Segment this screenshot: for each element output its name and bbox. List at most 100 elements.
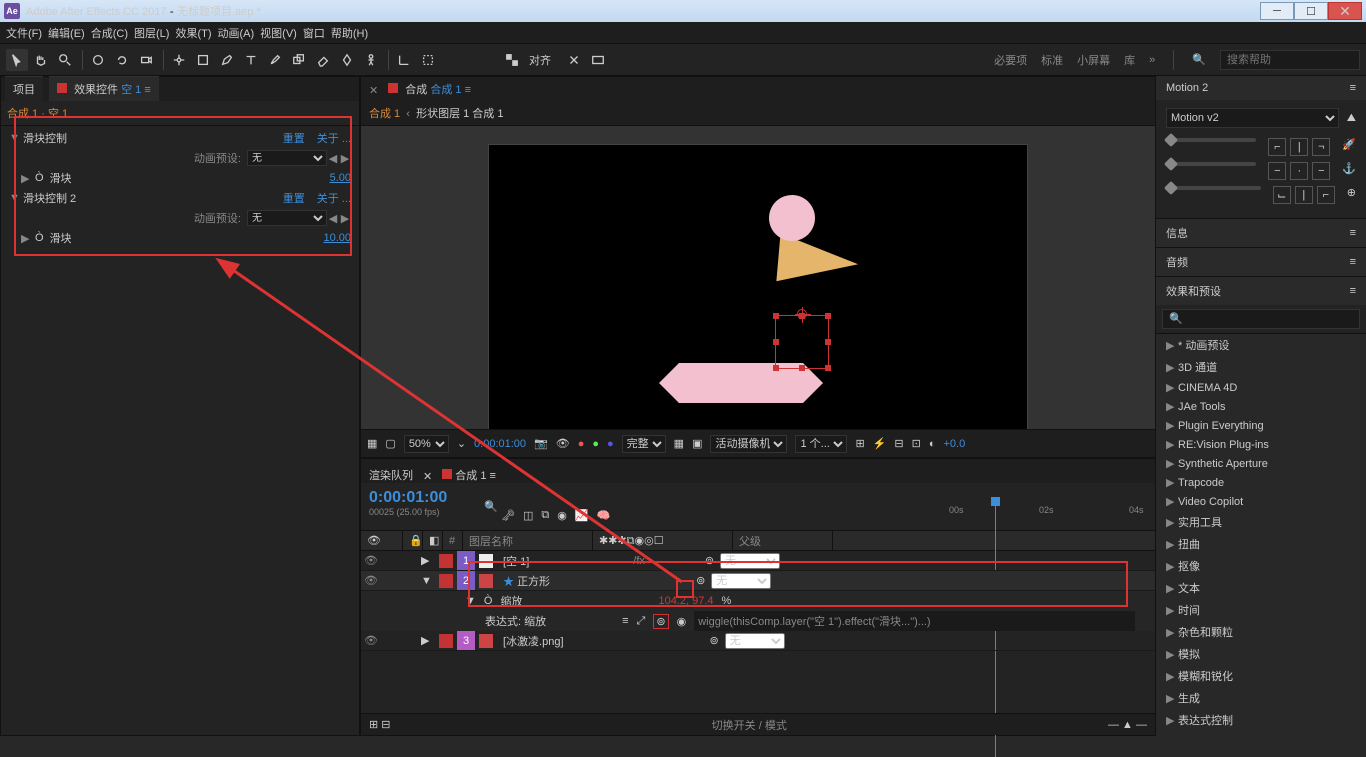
toggle-switches-label[interactable]: 切换开关 / 模式 xyxy=(391,717,1109,733)
shy-icon[interactable]: 🗝 xyxy=(501,509,515,522)
scale-property-row[interactable]: ▼ Ò 缩放 104.2, 97.4% xyxy=(361,591,1155,611)
composition-viewport[interactable] xyxy=(361,126,1155,429)
motion-slider[interactable] xyxy=(1166,162,1256,166)
layer-row[interactable]: 👁 ▶ 3 [冰激凌.png] ⊚ 无 xyxy=(361,631,1155,651)
scale-value[interactable]: 104.2, 97.4 xyxy=(658,595,713,607)
motionblur-icon[interactable]: ◉ xyxy=(557,509,567,522)
ws-overflow-icon[interactable]: » xyxy=(1149,54,1155,66)
frameblend-icon[interactable]: ⧉ xyxy=(541,509,549,522)
menu-window[interactable]: 窗口 xyxy=(303,25,325,41)
motion-btn[interactable]: ¬ xyxy=(1312,138,1330,156)
roto-tool[interactable] xyxy=(336,49,358,71)
snapping-icon[interactable] xyxy=(563,49,585,71)
twirl-icon[interactable]: ▼ xyxy=(465,595,476,607)
preset-category[interactable]: ▶实用工具 xyxy=(1156,511,1366,533)
ws-tab-standard[interactable]: 标准 xyxy=(1041,52,1063,68)
preset-category[interactable]: ▶* 动画预设 xyxy=(1156,334,1366,356)
motion-slider[interactable] xyxy=(1166,138,1256,142)
expr-enable-icon[interactable]: ≡ xyxy=(622,615,628,627)
panel-menu-icon[interactable]: ≡ xyxy=(1350,227,1356,239)
maximize-button[interactable]: ☐ xyxy=(1294,2,1328,20)
eraser-tool[interactable] xyxy=(312,49,334,71)
panel-menu-icon[interactable]: ≡ xyxy=(1350,256,1356,268)
views-dropdown[interactable]: 1 个... xyxy=(795,435,847,453)
zoom-tool[interactable] xyxy=(54,49,76,71)
pen-tool[interactable] xyxy=(216,49,238,71)
expression-row[interactable]: 表达式: 缩放 ≡ ⤢ ⊚ ◉ wiggle(thisComp.layer("空… xyxy=(361,611,1155,631)
help-search-input[interactable] xyxy=(1220,50,1360,70)
preset-category[interactable]: ▶表达式控制 xyxy=(1156,709,1366,731)
viewer-tab[interactable]: 合成 合成 1 ≡ xyxy=(382,77,477,101)
preset-category[interactable]: ▶JAe Tools xyxy=(1156,397,1366,416)
preset-category[interactable]: ▶杂色和颗粒 xyxy=(1156,621,1366,643)
effect-reset-link[interactable]: 重置 xyxy=(283,130,305,146)
reset-exposure-icon[interactable]: ◐ xyxy=(929,438,936,450)
preset-category[interactable]: ▶扭曲 xyxy=(1156,533,1366,555)
ws-tab-library[interactable]: 库 xyxy=(1124,52,1135,68)
parent-pickwhip-icon[interactable]: ⊚ xyxy=(705,554,714,567)
effect-controls-tab[interactable]: 效果控件 空 1 ≡ xyxy=(49,76,159,101)
viewer-close-icon[interactable]: ✕ xyxy=(365,80,382,101)
twirl-icon[interactable]: ▶ xyxy=(421,554,435,567)
slider-value[interactable]: 10.00 xyxy=(323,232,351,244)
motion-sketch-icon[interactable] xyxy=(587,49,609,71)
zoom-dropdown[interactable]: 50% xyxy=(404,435,449,453)
anchor-icon[interactable]: ⚓ xyxy=(1342,162,1356,180)
motion-btn[interactable]: ⌙ xyxy=(1273,186,1291,204)
timeline-close-icon[interactable]: ✕ xyxy=(423,470,432,483)
expr-pickwhip-icon[interactable]: ⊚ xyxy=(653,614,668,629)
eye-icon[interactable]: 👁 xyxy=(361,554,381,567)
exposure-value[interactable]: +0.0 xyxy=(944,438,966,450)
twirl-icon[interactable]: ▶ xyxy=(421,634,435,647)
preset-category[interactable]: ▶模拟 xyxy=(1156,643,1366,665)
motion-btn[interactable]: | xyxy=(1290,138,1308,156)
layer-row[interactable]: 👁 ▼ 2 ★ 正方形 ⊚ 无 xyxy=(361,571,1155,591)
comp-tab[interactable]: 合成 1 ≡ xyxy=(442,467,496,483)
effect-about-link[interactable]: 关于 ... xyxy=(317,130,351,146)
toggle-switches-icon[interactable]: ⊞ ⊟ xyxy=(369,718,391,731)
menu-anim[interactable]: 动画(A) xyxy=(218,25,255,41)
rect-tool[interactable] xyxy=(192,49,214,71)
motion-btn[interactable]: ⌐ xyxy=(1317,186,1335,204)
preset-category[interactable]: ▶Video Copilot xyxy=(1156,492,1366,511)
orbit-tool[interactable] xyxy=(87,49,109,71)
motion-btn[interactable]: − xyxy=(1312,162,1330,180)
preset-category[interactable]: ▶抠像 xyxy=(1156,555,1366,577)
minimize-button[interactable]: ─ xyxy=(1260,2,1294,20)
mask-icon[interactable]: ▣ xyxy=(692,437,702,450)
preset-category[interactable]: ▶文本 xyxy=(1156,577,1366,599)
parent-dropdown[interactable]: 无 xyxy=(711,573,771,589)
stopwatch-icon[interactable]: Ò xyxy=(35,232,44,244)
parent-pickwhip-icon[interactable]: ⊚ xyxy=(710,634,719,647)
mask-tool[interactable] xyxy=(417,49,439,71)
motion-btn[interactable]: | xyxy=(1295,186,1313,204)
viewer-time-display[interactable]: 0:00:01:00 xyxy=(474,438,526,450)
menu-edit[interactable]: 编辑(E) xyxy=(48,25,85,41)
twirl-icon[interactable]: ▼ xyxy=(9,132,23,144)
timeline-search-icon[interactable]: 🔍 xyxy=(484,500,498,513)
menu-comp[interactable]: 合成(C) xyxy=(91,25,128,41)
preset-search-input[interactable] xyxy=(1162,309,1360,329)
ws-tab-essentials[interactable]: 必要项 xyxy=(994,52,1027,68)
slider-value[interactable]: 5.00 xyxy=(330,172,351,184)
mountain-icon[interactable]: ⛰ xyxy=(1347,112,1356,125)
anchor-tool[interactable] xyxy=(168,49,190,71)
menu-layer[interactable]: 图层(L) xyxy=(134,25,169,41)
current-time[interactable]: 0:00:01:00 xyxy=(369,489,473,507)
effect-reset-link[interactable]: 重置 xyxy=(283,190,305,206)
anchor-point-icon[interactable] xyxy=(797,309,807,319)
camera-dropdown[interactable]: 活动摄像机 xyxy=(710,435,787,453)
graph-editor-icon[interactable]: 📈 xyxy=(575,509,589,522)
panel-menu-icon[interactable]: ≡ xyxy=(1350,82,1356,94)
timeline-icon[interactable]: ⊟ xyxy=(894,437,903,450)
twirl-icon[interactable]: ▼ xyxy=(9,192,23,204)
preset-category[interactable]: ▶CINEMA 4D xyxy=(1156,378,1366,397)
parent-dropdown[interactable]: 无 xyxy=(720,553,780,569)
viewer-res-icon[interactable]: ⌄ xyxy=(457,437,466,450)
preset-category[interactable]: ▶RE:Vision Plug-ins xyxy=(1156,435,1366,454)
clone-tool[interactable] xyxy=(288,49,310,71)
text-tool[interactable] xyxy=(240,49,262,71)
motion-btn[interactable]: · xyxy=(1290,162,1308,180)
channel-icon[interactable]: ● xyxy=(578,438,585,450)
rocket-icon[interactable]: 🚀 xyxy=(1342,138,1356,156)
